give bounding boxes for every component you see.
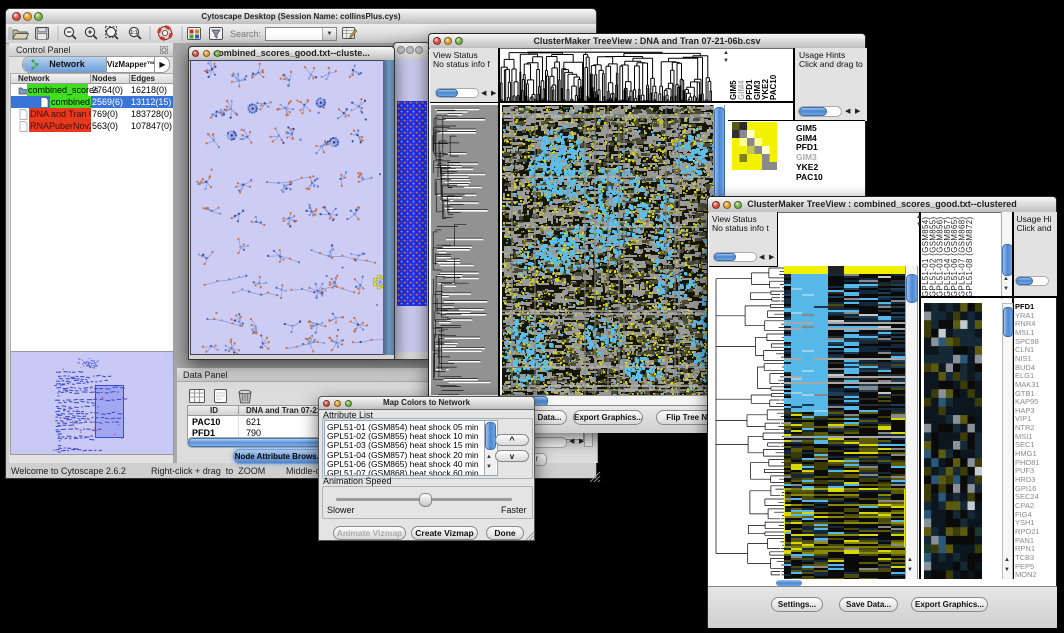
svg-text:1:1: 1:1 (130, 30, 137, 36)
svg-text:PAC10: PAC10 (769, 74, 778, 100)
svg-text:GPL51-08 (GSM872): GPL51-08 (GSM872) (965, 217, 974, 297)
